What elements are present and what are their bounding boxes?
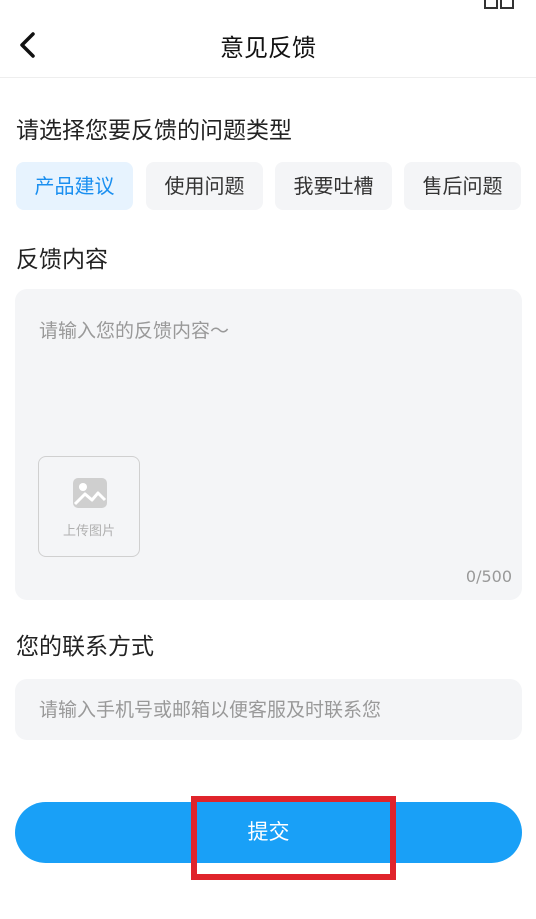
upload-label: 上传图片	[62, 524, 115, 539]
contact-section-title: 您的联系方式	[16, 634, 154, 660]
content-section-title: 反馈内容	[16, 247, 108, 273]
type-option-product-suggestion[interactable]: 产品建议	[16, 162, 133, 210]
contact-field	[15, 679, 522, 740]
type-option-after-sales[interactable]: 售后问题	[404, 162, 521, 210]
feedback-type-selector: 产品建议 使用问题 我要吐槽 售后问题	[16, 162, 521, 210]
type-option-complaint[interactable]: 我要吐槽	[275, 162, 392, 210]
submit-button[interactable]: 提交	[15, 802, 522, 863]
type-section-title: 请选择您要反馈的问题类型	[16, 118, 292, 144]
upload-image-button[interactable]: 上传图片	[38, 456, 140, 557]
character-counter: 0/500	[465, 567, 512, 586]
type-option-usage-problem[interactable]: 使用问题	[146, 162, 263, 210]
status-bar	[0, 0, 536, 12]
contact-input[interactable]	[39, 679, 509, 740]
feedback-box: 上传图片 0/500	[15, 289, 522, 600]
image-icon	[73, 478, 107, 508]
navigation-bar: 意见反馈	[0, 14, 536, 78]
status-icons	[482, 0, 536, 9]
feedback-textarea[interactable]	[39, 316, 499, 466]
page-title: 意见反馈	[220, 34, 316, 62]
